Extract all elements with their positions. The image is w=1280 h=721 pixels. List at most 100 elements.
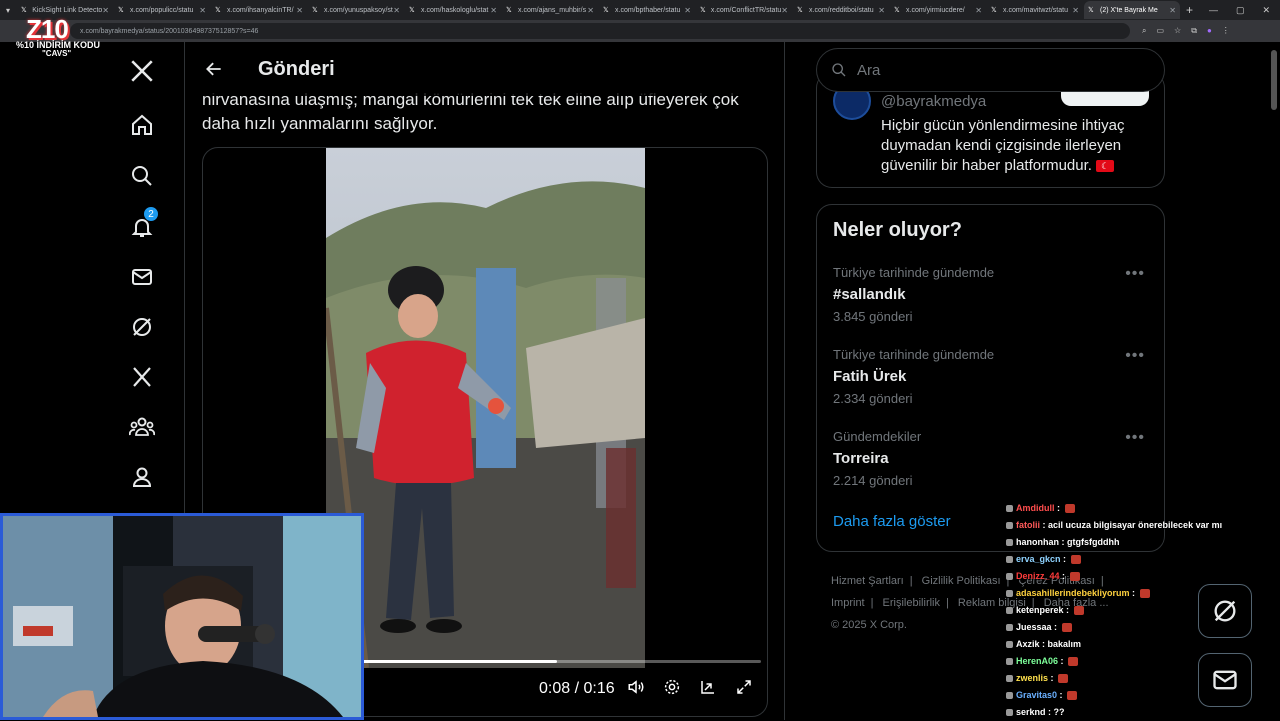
more-dots-icon[interactable]: ••• <box>1125 429 1145 447</box>
fullscreen-icon[interactable] <box>735 678 753 696</box>
chat-separator: : <box>1054 503 1063 513</box>
more-dots-icon[interactable]: ••• <box>1125 347 1145 365</box>
tab-favicon-icon: 𝕏 <box>312 7 318 14</box>
back-arrow-icon[interactable] <box>204 59 224 79</box>
close-window-icon[interactable]: ✕ <box>1262 5 1270 16</box>
home-icon[interactable] <box>129 112 155 138</box>
explore-search-icon[interactable] <box>129 163 155 189</box>
chat-message: HerenA06 : <box>1006 653 1236 670</box>
footer-link[interactable]: Imprint <box>831 597 865 609</box>
chat-username[interactable]: Denizz_44 <box>1006 571 1060 581</box>
follow-button[interactable] <box>1061 90 1149 106</box>
chat-separator: : <box>1129 588 1138 598</box>
browser-tab[interactable]: 𝕏x.com/yirmiucdere/ ✕ <box>890 1 986 19</box>
browser-tab[interactable]: 𝕏x.com/bpthaber/statu ✕ <box>599 1 695 19</box>
notifications-bell-icon[interactable]: 2 <box>129 206 159 240</box>
tab-label: x.com/bpthaber/statu <box>615 6 681 14</box>
minimize-icon[interactable]: — <box>1209 5 1218 16</box>
video-frame[interactable] <box>326 148 645 668</box>
page-scrollbar[interactable] <box>1271 50 1277 110</box>
zoom-icon[interactable]: ⌕ <box>1142 26 1146 36</box>
video-control-icons <box>627 678 753 696</box>
browser-tab[interactable]: 𝕏x.com/ajans_muhbir/s ✕ <box>502 1 598 19</box>
video-progress-bar[interactable] <box>353 660 761 663</box>
chat-username[interactable]: Amdidull <box>1006 503 1055 513</box>
close-tab-icon[interactable]: ✕ <box>587 6 594 15</box>
trend-context: Türkiye tarihinde gündemde <box>833 265 995 280</box>
browser-tab[interactable]: 𝕏x.com/ConflictTR/statu ✕ <box>696 1 792 19</box>
profile-bio: Hiçbir gücün yönlendirmesine ihtiyaç duy… <box>881 116 1151 176</box>
close-tab-icon[interactable]: ✕ <box>975 6 982 15</box>
tab-search-icon[interactable]: ▾ <box>0 6 16 15</box>
show-more-link[interactable]: Daha fazla göster <box>833 513 951 530</box>
close-tab-icon[interactable]: ✕ <box>199 6 206 15</box>
chat-username[interactable]: adasahillerindebekliyorum <box>1006 588 1130 598</box>
picture-in-picture-icon[interactable] <box>699 678 717 696</box>
chat-separator: : <box>1058 656 1067 666</box>
close-tab-icon[interactable]: ✕ <box>1072 6 1079 15</box>
grok-icon[interactable] <box>129 314 155 340</box>
address-bar[interactable]: x.com/bayrakmedya/status/200103649873751… <box>70 23 1130 39</box>
chat-username[interactable]: ketenperek <box>1006 605 1064 615</box>
maximize-icon[interactable]: ▢ <box>1236 5 1245 16</box>
profile-handle[interactable]: @bayrakmedya <box>881 93 986 110</box>
tab-label: x.com/redditboi/statu <box>809 6 874 14</box>
footer-link[interactable]: Erişilebilirlik <box>883 597 940 609</box>
x-logo-icon[interactable] <box>129 58 155 84</box>
chat-username[interactable]: fatolii <box>1006 520 1040 530</box>
close-tab-icon[interactable]: ✕ <box>102 6 109 15</box>
browser-tab[interactable]: 𝕏x.com/haskologlu/stat ✕ <box>405 1 501 19</box>
trend-count: 2.334 gönderi <box>833 391 913 406</box>
tab-favicon-icon: 𝕏 <box>506 7 512 14</box>
volume-icon[interactable] <box>627 678 645 696</box>
menu-icon[interactable]: ⋮ <box>1222 26 1230 36</box>
search-input[interactable]: Ara <box>816 48 1165 92</box>
tab-favicon-icon: 𝕏 <box>991 7 997 14</box>
profile-person-icon[interactable] <box>129 464 155 490</box>
close-tab-icon[interactable]: ✕ <box>1169 6 1176 15</box>
chat-emote-icon <box>1070 555 1081 565</box>
trend-name: #sallandık <box>833 286 906 303</box>
close-tab-icon[interactable]: ✕ <box>490 6 497 15</box>
settings-gear-icon[interactable] <box>663 678 681 696</box>
chat-separator: : <box>1048 673 1057 683</box>
chat-username[interactable]: Gravitas0 <box>1006 690 1057 700</box>
chat-username[interactable]: zwenlis <box>1006 673 1048 683</box>
address-bar-row: x.com/bayrakmedya/status/200103649873751… <box>0 20 1280 42</box>
chat-message: hanonhan : gtgfsfgddhh <box>1006 534 1236 551</box>
footer-link[interactable]: Gizlilik Politikası <box>922 575 1001 587</box>
chat-message: Denizz_44 : <box>1006 568 1236 585</box>
close-tab-icon[interactable]: ✕ <box>781 6 788 15</box>
chat-emote-icon <box>1069 572 1080 582</box>
chat-username[interactable]: erva_gkcn <box>1006 554 1061 564</box>
chat-username[interactable]: hanonhan <box>1006 537 1059 547</box>
chat-username[interactable]: serknd <box>1006 707 1046 717</box>
trend-item[interactable]: Gündemdekiler Torreira 2.214 gönderi ••• <box>833 429 1153 499</box>
chat-username[interactable]: HerenA06 <box>1006 656 1058 666</box>
browser-tab[interactable]: 𝕏x.com/yunuspaksoy/st ✕ <box>308 1 404 19</box>
tab-favicon-icon: 𝕏 <box>409 7 415 14</box>
close-tab-icon[interactable]: ✕ <box>296 6 303 15</box>
messages-mail-icon[interactable] <box>129 264 155 290</box>
more-dots-icon[interactable]: ••• <box>1125 265 1145 283</box>
browser-tab[interactable]: 𝕏x.com/mavitwzt/statu ✕ <box>987 1 1083 19</box>
browser-tab[interactable]: 𝕏x.com/ihsanyalcinTR/✕ <box>211 1 307 19</box>
cast-icon[interactable]: ▭ <box>1156 26 1164 36</box>
new-tab-button[interactable]: + <box>1186 3 1193 17</box>
communities-icon[interactable] <box>129 414 155 440</box>
chat-username[interactable]: Juessaa <box>1006 622 1052 632</box>
bookmark-star-icon[interactable]: ☆ <box>1174 26 1181 36</box>
browser-tab[interactable]: 𝕏x.com/redditboi/statu ✕ <box>793 1 889 19</box>
premium-x-icon[interactable] <box>129 364 155 390</box>
profile-icon[interactable]: ● <box>1207 26 1212 36</box>
trend-item[interactable]: Türkiye tarihinde gündemde Fatih Ürek 2.… <box>833 347 1153 417</box>
browser-tab[interactable]: 𝕏 (2) X'te Bayrak Me ✕ <box>1084 1 1180 19</box>
chat-username[interactable]: Axzik <box>1006 639 1040 649</box>
close-tab-icon[interactable]: ✕ <box>684 6 691 15</box>
footer-link[interactable]: Hizmet Şartları <box>831 575 904 587</box>
trend-item[interactable]: Türkiye tarihinde gündemde #sallandık 3.… <box>833 265 1153 335</box>
extensions-icon[interactable]: ⧉ <box>1191 26 1197 36</box>
close-tab-icon[interactable]: ✕ <box>878 6 885 15</box>
browser-tab[interactable]: 𝕏x.com/populicc/statu ✕ <box>114 1 210 19</box>
close-tab-icon[interactable]: ✕ <box>393 6 400 15</box>
